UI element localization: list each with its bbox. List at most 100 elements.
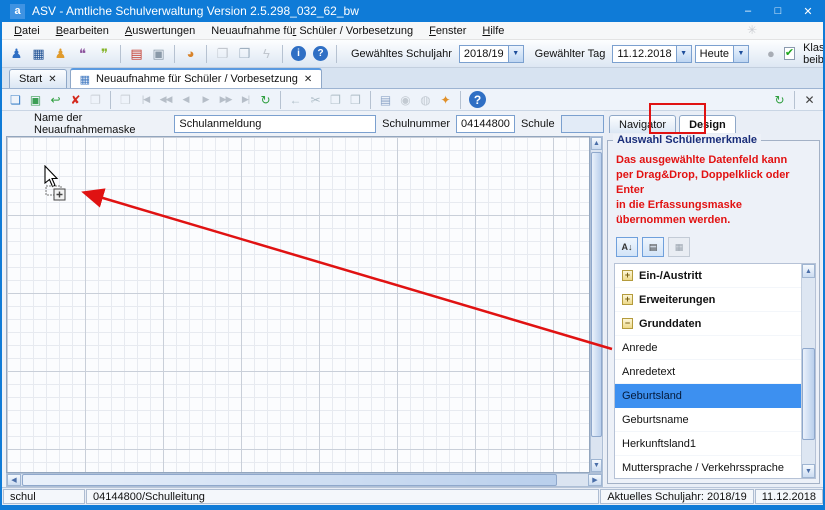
paste-icon: ❒ [347, 91, 364, 108]
tab-start[interactable]: Start ✕ [9, 69, 67, 88]
nav-first-icon: |◀ [137, 91, 154, 108]
nav-forward-icon: ▶ [197, 91, 214, 108]
undo-icon[interactable]: ↩ [47, 91, 64, 108]
school-number-label: Schulnummer [382, 118, 450, 130]
tree-group-row[interactable]: +Erweiterungen [615, 288, 801, 312]
sort-alpha-button[interactable]: A↓ [616, 237, 638, 257]
cut-icon: ✂ [307, 91, 324, 108]
notify-icon[interactable]: ✦ [437, 91, 454, 108]
minimize-button[interactable]: – [733, 0, 763, 22]
canvas-vertical-scrollbar[interactable]: ▲ ▼ [590, 136, 603, 473]
menu-datei[interactable]: Datei [6, 24, 48, 38]
list-scrollbar[interactable]: ▲ ▼ [801, 264, 815, 478]
tree-group-row[interactable]: −Grunddaten [615, 312, 801, 336]
menu-fenster[interactable]: Fenster [421, 24, 474, 38]
list-item[interactable]: Geburtsland [615, 384, 801, 408]
chevron-down-icon[interactable]: ▼ [676, 46, 691, 62]
mask-name-input[interactable]: Schulanmeldung [174, 115, 376, 133]
list-item[interactable]: Geburtsname [615, 408, 801, 432]
module-help-icon[interactable]: ? [469, 91, 486, 108]
day-select[interactable]: 11.12.2018 ▼ [612, 45, 691, 63]
scrollbar-thumb[interactable] [802, 348, 815, 440]
scroll-down-icon[interactable]: ▼ [802, 464, 815, 478]
menu-hilfe[interactable]: Hilfe [474, 24, 512, 38]
new-mask-icon[interactable]: ❏ [7, 91, 24, 108]
statistics-icon[interactable]: ◕ [181, 44, 200, 63]
new-window-icon[interactable]: ❒ [235, 44, 254, 63]
nav-last-icon: ▶| [237, 91, 254, 108]
group-view-button[interactable]: ▤ [642, 237, 664, 257]
day-mode-select[interactable]: Heute ▼ [695, 45, 749, 63]
school-input[interactable] [561, 115, 604, 133]
print-preview-icon: ◉ [397, 91, 414, 108]
scrollbar-thumb[interactable] [591, 152, 602, 437]
chat-green-icon[interactable]: ❞ [95, 44, 114, 63]
students-icon[interactable]: ♟ [7, 44, 26, 63]
toolbar-separator [282, 45, 283, 63]
scroll-left-icon[interactable]: ◀ [7, 474, 21, 486]
tree-group-row[interactable]: +Ein-/Austritt [615, 264, 801, 288]
menu-neuaufnahme[interactable]: Neuaufnahme für Schüler / Vorbesetzung [203, 24, 421, 38]
nav-fast-back-icon: ◀◀ [157, 91, 174, 108]
asv-window: a ASV - Amtliche Schulverwaltung Version… [0, 0, 825, 510]
module-close-icon[interactable]: ✕ [801, 91, 818, 108]
app-icon: a [10, 4, 25, 19]
list-item[interactable]: Anredetext [615, 360, 801, 384]
expander-icon[interactable]: + [622, 270, 633, 281]
refresh-icon[interactable]: ↻ [257, 91, 274, 108]
info-icon[interactable]: i [291, 46, 306, 61]
print-icon[interactable]: ▤ [377, 91, 394, 108]
school-year-select[interactable]: 2018/19 ▼ [459, 45, 524, 63]
maximize-button[interactable]: □ [763, 0, 793, 22]
print-list-icon[interactable]: ▣ [149, 44, 168, 63]
list-item[interactable]: Herkunftsland1 [615, 432, 801, 456]
keyboard-icon[interactable]: ▦ [29, 44, 48, 63]
tab-neuaufnahme[interactable]: ▦ Neuaufnahme für Schüler / Vorbesetzung… [70, 68, 323, 88]
chevron-down-icon[interactable]: ▼ [508, 46, 523, 62]
toolbar-separator [280, 91, 281, 109]
scroll-right-icon[interactable]: ▶ [588, 474, 602, 486]
window-title: ASV - Amtliche Schulverwaltung Version 2… [32, 4, 359, 18]
scroll-up-icon[interactable]: ▲ [802, 264, 815, 278]
design-canvas[interactable] [6, 136, 590, 473]
scroll-down-icon[interactable]: ▼ [591, 459, 602, 472]
menu-bearbeiten[interactable]: Bearbeiten [48, 24, 117, 38]
status-context: 04144800/Schulleitung [86, 489, 599, 504]
close-button[interactable]: ✕ [793, 0, 823, 22]
school-number-input[interactable]: 04144800 [456, 115, 515, 133]
drag-drop-hint: Das ausgewählte Datenfeld kannper Drag&D… [608, 141, 819, 232]
status-bar: schul 04144800/Schulleitung Aktuelles Sc… [2, 487, 823, 505]
tab-navigator[interactable]: Navigator [609, 115, 676, 133]
menu-auswertungen[interactable]: Auswertungen [117, 24, 203, 38]
close-icon[interactable]: ✕ [304, 74, 312, 85]
scrollbar-thumb[interactable] [22, 474, 557, 486]
nav-back-icon: ◀ [177, 91, 194, 108]
list-item[interactable]: Muttersprache / Verkehrssprache [615, 456, 801, 478]
school-label: Schule [521, 118, 555, 130]
toolbar-separator [370, 91, 371, 109]
expander-icon[interactable]: + [622, 294, 633, 305]
save-icon[interactable]: ▣ [27, 91, 44, 108]
list-item[interactable]: Anrede [615, 336, 801, 360]
delete-icon[interactable]: ✘ [67, 91, 84, 108]
module-tab-icon: ▦ [80, 73, 90, 86]
table-view-button: ▦ [668, 237, 690, 257]
merkmale-list: +Ein-/Austritt+Erweiterungen−GrunddatenA… [614, 263, 816, 479]
module-refresh-icon[interactable]: ↻ [771, 91, 788, 108]
applicants-icon[interactable]: ♟ [51, 44, 70, 63]
expander-icon[interactable]: − [622, 318, 633, 329]
scroll-up-icon[interactable]: ▲ [591, 137, 602, 150]
help-icon[interactable]: ? [313, 46, 328, 61]
close-icon[interactable]: ✕ [48, 74, 56, 85]
copy-record-icon: ❐ [87, 91, 104, 108]
chat-purple-icon[interactable]: ❝ [73, 44, 92, 63]
canvas-horizontal-scrollbar[interactable]: ◀ ▶ [6, 473, 603, 487]
toolbar-separator [110, 91, 111, 109]
toolbar-separator [336, 45, 337, 63]
title-bar: a ASV - Amtliche Schulverwaltung Version… [2, 0, 823, 22]
chevron-down-icon[interactable]: ▼ [733, 46, 748, 62]
tab-design[interactable]: Design [679, 115, 736, 133]
menu-bar: DateiBearbeitenAuswertungenNeuaufnahme f… [2, 22, 823, 40]
keep-class-checkbox[interactable]: ✔ [784, 47, 795, 60]
report-icon[interactable]: ▤ [127, 44, 146, 63]
